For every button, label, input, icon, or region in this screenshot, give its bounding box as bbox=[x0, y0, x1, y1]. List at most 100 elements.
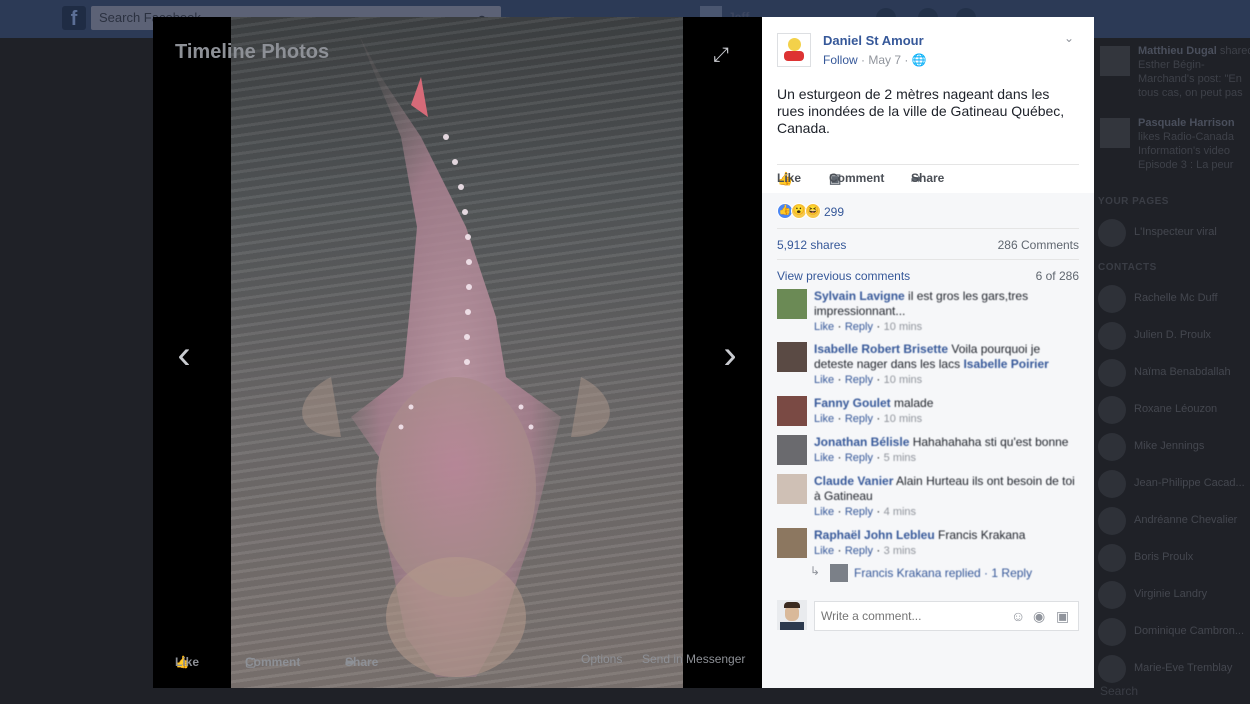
page-item[interactable]: L'Inspecteur viral bbox=[1096, 218, 1250, 248]
post-author-link[interactable]: Daniel St Amour bbox=[823, 33, 924, 48]
comment-author-link[interactable]: Isabelle Robert Brisette bbox=[814, 342, 948, 356]
contact-name: Roxane Léouzon bbox=[1134, 403, 1218, 415]
photo-viewer-title: Timeline Photos bbox=[175, 41, 330, 63]
contact-item[interactable]: Jean-Philippe Cacad... bbox=[1096, 469, 1250, 499]
contacts-heading: CONTACTS bbox=[1098, 262, 1157, 273]
comment-time[interactable]: 10 mins bbox=[884, 374, 923, 386]
facebook-logo-icon[interactable]: f bbox=[62, 6, 86, 30]
comment-body: Raphaël John Lebleu Francis Krakana Like … bbox=[814, 528, 1026, 557]
comment-author-link[interactable]: Sylvain Lavigne bbox=[814, 289, 905, 303]
right-sidebar: Matthieu Dugal shared Esther Bégin-March… bbox=[1094, 38, 1250, 704]
comments-count[interactable]: 286 Comments bbox=[998, 238, 1079, 252]
like-label: Like bbox=[777, 171, 802, 185]
comment-reply-link[interactable]: Reply bbox=[845, 413, 873, 425]
camera-icon[interactable]: ◉ bbox=[1033, 608, 1045, 625]
comment-like-link[interactable]: Like bbox=[814, 506, 834, 518]
comment-reply-link[interactable]: Reply bbox=[845, 374, 873, 386]
comment-time[interactable]: 10 mins bbox=[884, 413, 923, 425]
contact-item[interactable]: Roxane Léouzon bbox=[1096, 395, 1250, 425]
send-in-messenger-link[interactable]: Send in Messenger bbox=[642, 652, 745, 666]
comment-text: Francis Krakana bbox=[938, 528, 1026, 542]
contact-item[interactable]: Marie-Eve Tremblay bbox=[1096, 654, 1250, 684]
photo-options-link[interactable]: Options bbox=[581, 652, 622, 666]
activity-thumbnail bbox=[1100, 46, 1130, 76]
contact-name: Naïma Benabdallah bbox=[1134, 366, 1231, 378]
next-photo-chevron-icon[interactable]: › bbox=[715, 335, 745, 375]
comment-text: Hahahahaha sti qu'est bonne bbox=[912, 435, 1069, 449]
commenter-avatar[interactable] bbox=[777, 396, 807, 426]
contact-item[interactable]: Rachelle Mc Duff bbox=[1096, 284, 1250, 314]
contact-name: Boris Proulx bbox=[1134, 551, 1194, 563]
emoji-icon[interactable]: ☺ bbox=[1011, 608, 1025, 624]
activity-name: Matthieu Dugal bbox=[1138, 45, 1217, 57]
comment-like-link[interactable]: Like bbox=[814, 413, 834, 425]
reply-summary-text[interactable]: Francis Krakana replied · 1 Reply bbox=[854, 566, 1032, 580]
comment-like-link[interactable]: Like bbox=[814, 545, 834, 557]
comment-author-link[interactable]: Raphaël John Lebleu bbox=[814, 528, 935, 542]
reply-avatar bbox=[830, 564, 848, 582]
comment-reply-link[interactable]: Reply bbox=[845, 506, 873, 518]
replies-summary[interactable]: ↳ Francis Krakana replied · 1 Reply bbox=[810, 564, 1070, 582]
photo-share-label: Share bbox=[345, 655, 379, 669]
reply-arrow-icon: ↳ bbox=[810, 564, 821, 578]
contact-item[interactable]: Mike Jennings bbox=[1096, 432, 1250, 462]
view-previous-comments-link[interactable]: View previous comments bbox=[777, 269, 910, 283]
contact-item[interactable]: Andréanne Chevalier bbox=[1096, 506, 1250, 536]
contact-item[interactable]: Boris Proulx bbox=[1096, 543, 1250, 573]
contact-item[interactable]: Virginie Landry bbox=[1096, 580, 1250, 610]
comment-reply-link[interactable]: Reply bbox=[845, 452, 873, 464]
comment-author-link[interactable]: Fanny Goulet bbox=[814, 396, 891, 410]
comment-author-link[interactable]: Claude Vanier bbox=[814, 474, 893, 488]
contact-avatar bbox=[1098, 285, 1126, 313]
post-options-chevron-icon[interactable]: ⌄ bbox=[1064, 31, 1074, 45]
photo-comment-label: Comment bbox=[245, 655, 301, 669]
contact-item[interactable]: Dominique Cambron... bbox=[1096, 617, 1250, 647]
comment-label: Comment bbox=[829, 171, 885, 185]
commenter-avatar[interactable] bbox=[777, 289, 807, 319]
sturgeon-photo[interactable] bbox=[231, 17, 683, 688]
contact-avatar bbox=[1098, 322, 1126, 350]
comment-reply-link[interactable]: Reply bbox=[845, 545, 873, 557]
commenter-avatar[interactable] bbox=[777, 474, 807, 504]
follow-link[interactable]: Follow bbox=[823, 53, 858, 67]
comment-time[interactable]: 3 mins bbox=[884, 545, 916, 557]
contact-avatar bbox=[1098, 470, 1126, 498]
comment-time[interactable]: 10 mins bbox=[884, 321, 923, 333]
commenter-avatar[interactable] bbox=[777, 528, 807, 558]
comment-reply-link[interactable]: Reply bbox=[845, 321, 873, 333]
avatar-shirt-shape bbox=[780, 622, 804, 630]
avatar-body-shape bbox=[784, 51, 804, 61]
comment-composer[interactable]: ☺ ◉ ▣ bbox=[814, 601, 1079, 631]
page-avatar bbox=[1098, 219, 1126, 247]
contact-avatar bbox=[1098, 433, 1126, 461]
comment-like-link[interactable]: Like bbox=[814, 321, 834, 333]
comment-body: Fanny Goulet malade Like · Reply · 10 min… bbox=[814, 396, 934, 425]
commenter-avatar[interactable] bbox=[777, 342, 807, 372]
comment-time[interactable]: 5 mins bbox=[884, 452, 916, 464]
activity-text: likes Radio-Canada Information's video E… bbox=[1138, 131, 1234, 171]
comment-author-link[interactable]: Jonathan Bélisle bbox=[814, 435, 909, 449]
contact-item[interactable]: Naïma Benabdallah bbox=[1096, 358, 1250, 388]
comment-body: Claude Vanier Alain Hurteau ils ont beso… bbox=[814, 474, 1075, 518]
comment-input[interactable] bbox=[819, 608, 1003, 624]
reactions-count[interactable]: 299 bbox=[824, 205, 844, 219]
post-panel: Daniel St Amour Follow · May 7 · 🌐 ⌄ Un … bbox=[762, 17, 1094, 688]
contact-name: Dominique Cambron... bbox=[1134, 625, 1245, 637]
sticker-icon[interactable]: ▣ bbox=[1056, 608, 1069, 625]
contact-item[interactable]: Julien D. Proulx bbox=[1096, 321, 1250, 351]
previous-photo-chevron-icon[interactable]: ‹ bbox=[169, 335, 199, 375]
comment-tag-link[interactable]: Isabelle Poirier bbox=[963, 357, 1048, 371]
fullscreen-icon[interactable]: ⤢ bbox=[713, 45, 733, 65]
comment-time[interactable]: 4 mins bbox=[884, 506, 916, 518]
comment-like-link[interactable]: Like bbox=[814, 452, 834, 464]
post-date[interactable]: May 7 bbox=[868, 53, 901, 67]
comment-body: Jonathan Bélisle Hahahahaha sti qu'est b… bbox=[814, 435, 1069, 464]
author-avatar[interactable] bbox=[777, 33, 811, 67]
shares-count-link[interactable]: 5,912 shares bbox=[777, 238, 846, 252]
post-action-bar: 👍 Like ▣ Comment ➦ Share bbox=[777, 171, 1079, 191]
comment-like-link[interactable]: Like bbox=[814, 374, 834, 386]
commenter-avatar[interactable] bbox=[777, 435, 807, 465]
chat-search[interactable]: Search bbox=[1100, 684, 1138, 698]
activity-name: Pasquale Harrison bbox=[1138, 117, 1235, 129]
contact-name: Virginie Landry bbox=[1134, 588, 1208, 600]
